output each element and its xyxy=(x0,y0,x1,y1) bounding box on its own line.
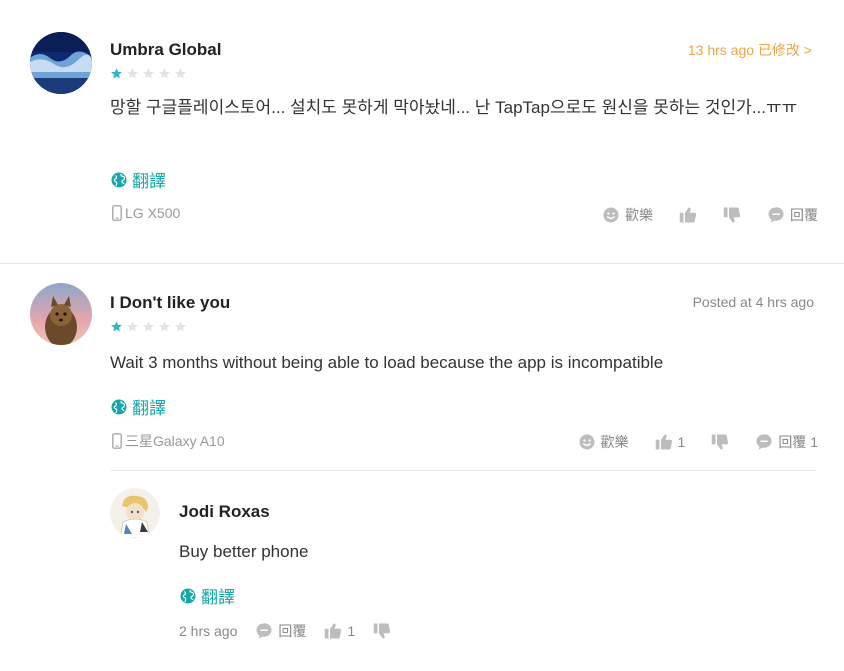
translate-label: 翻譯 xyxy=(132,172,166,191)
star-icon xyxy=(111,321,122,332)
star-icon xyxy=(127,68,138,79)
happy-button[interactable]: 歡樂 xyxy=(578,432,629,452)
reply-actions: 2 hrs ago 回覆 1 xyxy=(179,621,391,641)
dislike-button[interactable] xyxy=(711,433,729,451)
avatar[interactable] xyxy=(110,488,160,538)
translate-button[interactable]: 翻譯 xyxy=(179,583,235,608)
reply-body: Buy better phone xyxy=(179,542,309,561)
reply-time: 2 hrs ago xyxy=(179,623,238,639)
globe-icon xyxy=(111,172,127,187)
review-body: 망할 구글플레이스토어... 설치도 못하게 막아놨네... 난 TapTap으… xyxy=(110,98,798,117)
translate-label: 翻譯 xyxy=(201,588,235,607)
star-icon xyxy=(143,68,154,79)
phone-icon xyxy=(112,205,122,221)
star-icon xyxy=(111,68,122,79)
reply-label: 回覆 xyxy=(790,207,818,223)
review-actions: 歡樂 1 回覆 1 xyxy=(578,432,818,452)
like-count: 1 xyxy=(347,623,356,639)
translate-button[interactable]: 翻譯 xyxy=(110,167,166,192)
device-info: LG X500 xyxy=(112,205,180,221)
reply-button[interactable]: 回覆 1 xyxy=(755,432,818,452)
reply-divider xyxy=(110,470,816,471)
reply-button[interactable]: 回覆 xyxy=(255,621,306,641)
like-button[interactable]: 1 xyxy=(655,433,686,451)
comment-icon xyxy=(756,434,772,450)
translate-button[interactable]: 翻譯 xyxy=(110,394,166,419)
star-icon xyxy=(127,321,138,332)
happy-label: 歡樂 xyxy=(625,207,653,223)
review-body: Wait 3 months without being able to load… xyxy=(110,353,664,372)
author-name[interactable]: Umbra Global xyxy=(110,40,221,60)
thumbs-up-icon xyxy=(325,623,342,639)
star-icon xyxy=(143,321,154,332)
review-item: I Don't like you Posted at 4 hrs ago Wai… xyxy=(0,264,844,671)
thumbs-up-icon xyxy=(679,207,697,223)
review-item: Umbra Global 13 hrs ago 已修改 > 망할 구글플레이스토… xyxy=(0,0,844,264)
globe-icon xyxy=(180,588,196,603)
author-name[interactable]: Jodi Roxas xyxy=(179,502,270,522)
device-info: 三星Galaxy A10 xyxy=(112,431,225,451)
comment-icon xyxy=(256,623,272,639)
star-icon xyxy=(175,68,186,79)
smiley-icon xyxy=(579,434,595,450)
reply-label: 回覆 1 xyxy=(778,434,818,450)
rating-stars xyxy=(110,67,187,80)
avatar[interactable] xyxy=(30,32,92,94)
star-icon xyxy=(159,68,170,79)
dislike-button[interactable] xyxy=(723,206,741,224)
like-button[interactable]: 1 xyxy=(324,622,355,640)
star-icon xyxy=(175,321,186,332)
avatar[interactable] xyxy=(30,283,92,345)
happy-label: 歡樂 xyxy=(600,434,629,450)
device-name: 三星Galaxy A10 xyxy=(125,433,225,449)
thumbs-up-icon xyxy=(655,434,672,450)
review-actions: 歡樂 回覆 xyxy=(602,205,818,225)
rating-stars xyxy=(110,320,187,333)
device-name: LG X500 xyxy=(125,205,181,221)
edited-time-link[interactable]: 13 hrs ago 已修改 > xyxy=(688,40,812,60)
post-time: Posted at 4 hrs ago xyxy=(692,294,814,310)
translate-label: 翻譯 xyxy=(132,399,166,418)
reply-label: 回覆 xyxy=(278,623,307,639)
globe-icon xyxy=(111,399,127,414)
like-count: 1 xyxy=(677,434,686,450)
thumbs-down-icon xyxy=(712,434,729,450)
phone-icon xyxy=(112,433,122,449)
smiley-icon xyxy=(603,207,619,223)
dislike-button[interactable] xyxy=(373,622,391,640)
thumbs-down-icon xyxy=(373,623,391,639)
happy-button[interactable]: 歡樂 xyxy=(602,205,653,225)
reply-button[interactable]: 回覆 xyxy=(767,205,818,225)
thumbs-down-icon xyxy=(723,207,741,223)
comment-icon xyxy=(768,207,784,223)
author-name[interactable]: I Don't like you xyxy=(110,293,230,313)
like-button[interactable] xyxy=(679,206,697,224)
star-icon xyxy=(159,321,170,332)
